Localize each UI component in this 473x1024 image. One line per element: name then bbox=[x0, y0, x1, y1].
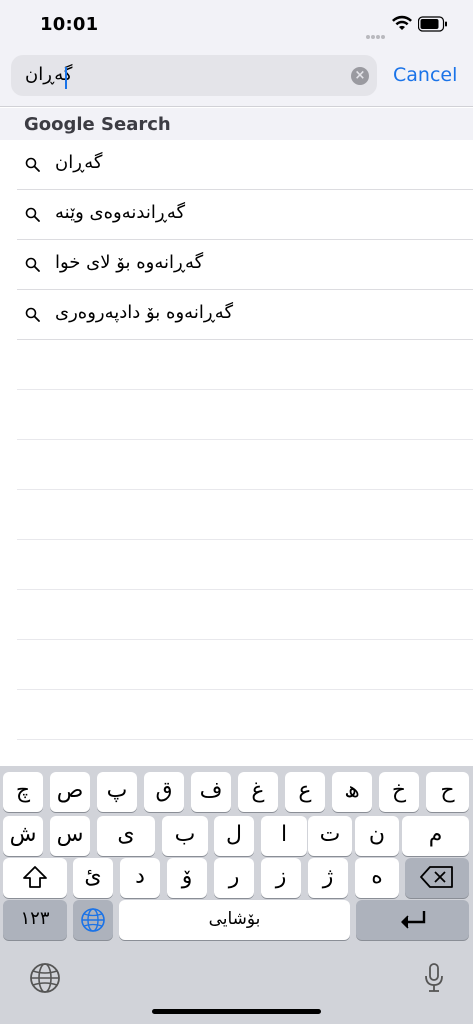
key[interactable]: غ bbox=[238, 772, 278, 812]
suggestion-text: گەڕان bbox=[55, 152, 103, 173]
key[interactable]: ت bbox=[308, 816, 352, 856]
globe-icon[interactable] bbox=[29, 962, 61, 994]
globe-key[interactable] bbox=[73, 900, 113, 940]
empty-row bbox=[17, 690, 473, 740]
key[interactable]: ا bbox=[261, 816, 307, 856]
text-caret bbox=[65, 67, 67, 89]
key[interactable]: ن bbox=[355, 816, 399, 856]
suggestion-text: گەڕانەوە بۆ لای خوا bbox=[55, 252, 204, 273]
empty-row bbox=[17, 640, 473, 690]
key[interactable]: ب bbox=[162, 816, 208, 856]
return-key[interactable] bbox=[356, 900, 469, 940]
key[interactable]: پ bbox=[97, 772, 137, 812]
empty-row bbox=[17, 340, 473, 390]
suggestion-text: گەڕاندنەوەی وێنە bbox=[55, 202, 186, 223]
search-icon bbox=[25, 257, 40, 272]
status-bar: 10:01 bbox=[0, 0, 473, 50]
key[interactable]: ف bbox=[191, 772, 231, 812]
key[interactable]: ل bbox=[214, 816, 254, 856]
key[interactable]: د bbox=[120, 858, 160, 898]
search-icon bbox=[25, 207, 40, 222]
microphone-icon[interactable] bbox=[424, 962, 444, 994]
search-input[interactable]: گەڕان × bbox=[11, 55, 377, 96]
key[interactable]: ئ bbox=[73, 858, 113, 898]
key[interactable]: ع bbox=[285, 772, 325, 812]
section-header: Google Search bbox=[0, 108, 473, 140]
cancel-button[interactable]: Cancel bbox=[393, 64, 457, 86]
home-indicator bbox=[152, 1009, 321, 1014]
section-title: Google Search bbox=[24, 114, 171, 135]
key[interactable]: چ bbox=[3, 772, 43, 812]
suggestion-row[interactable]: گەڕاندنەوەی وێنە bbox=[17, 190, 473, 240]
search-header: گەڕان × Cancel bbox=[0, 50, 473, 107]
key[interactable]: ص bbox=[50, 772, 90, 812]
search-icon bbox=[25, 307, 40, 322]
status-time: 10:01 bbox=[40, 14, 99, 35]
key[interactable]: ۆ bbox=[167, 858, 207, 898]
globe-icon bbox=[81, 908, 105, 932]
suggestion-text: گەڕانەوە بۆ دادپەروەری bbox=[55, 302, 234, 323]
suggestion-list: گەڕان گەڕاندنەوەی وێنە گەڕانەوە بۆ لای خ… bbox=[0, 140, 473, 740]
keyboard: چ ص پ ق ف غ ع ھ خ ح ش س ی ب ل ا ت ن م ئ … bbox=[0, 766, 473, 1024]
wifi-icon bbox=[392, 15, 412, 30]
empty-row bbox=[17, 540, 473, 590]
empty-row bbox=[17, 490, 473, 540]
key[interactable]: ھ bbox=[332, 772, 372, 812]
numbers-key[interactable]: ١٢٣ bbox=[3, 900, 67, 940]
shift-icon bbox=[23, 866, 47, 888]
key[interactable]: ح bbox=[426, 772, 469, 812]
shift-key[interactable] bbox=[3, 858, 67, 898]
suggestion-row[interactable]: گەڕانەوە بۆ دادپەروەری bbox=[17, 290, 473, 340]
cellular-signal-icon bbox=[366, 24, 386, 43]
empty-row bbox=[17, 440, 473, 490]
key[interactable]: ی bbox=[97, 816, 155, 856]
suggestion-row[interactable]: گەڕان bbox=[17, 140, 473, 190]
key[interactable]: خ bbox=[379, 772, 419, 812]
key[interactable]: ژ bbox=[308, 858, 348, 898]
suggestion-row[interactable]: گەڕانەوە بۆ لای خوا bbox=[17, 240, 473, 290]
key[interactable]: ز bbox=[261, 858, 301, 898]
key[interactable]: ر bbox=[214, 858, 254, 898]
key[interactable]: س bbox=[50, 816, 90, 856]
clear-icon[interactable]: × bbox=[351, 67, 369, 85]
key[interactable]: ق bbox=[144, 772, 184, 812]
battery-icon bbox=[418, 16, 447, 32]
key[interactable]: م bbox=[402, 816, 469, 856]
space-key[interactable]: بۆشایی bbox=[119, 900, 350, 940]
empty-row bbox=[17, 590, 473, 640]
key[interactable]: ش bbox=[3, 816, 43, 856]
backspace-key[interactable] bbox=[405, 858, 469, 898]
empty-row bbox=[17, 390, 473, 440]
search-icon bbox=[25, 157, 40, 172]
return-icon bbox=[400, 911, 425, 929]
backspace-icon bbox=[420, 866, 453, 888]
key[interactable]: ە bbox=[355, 858, 399, 898]
